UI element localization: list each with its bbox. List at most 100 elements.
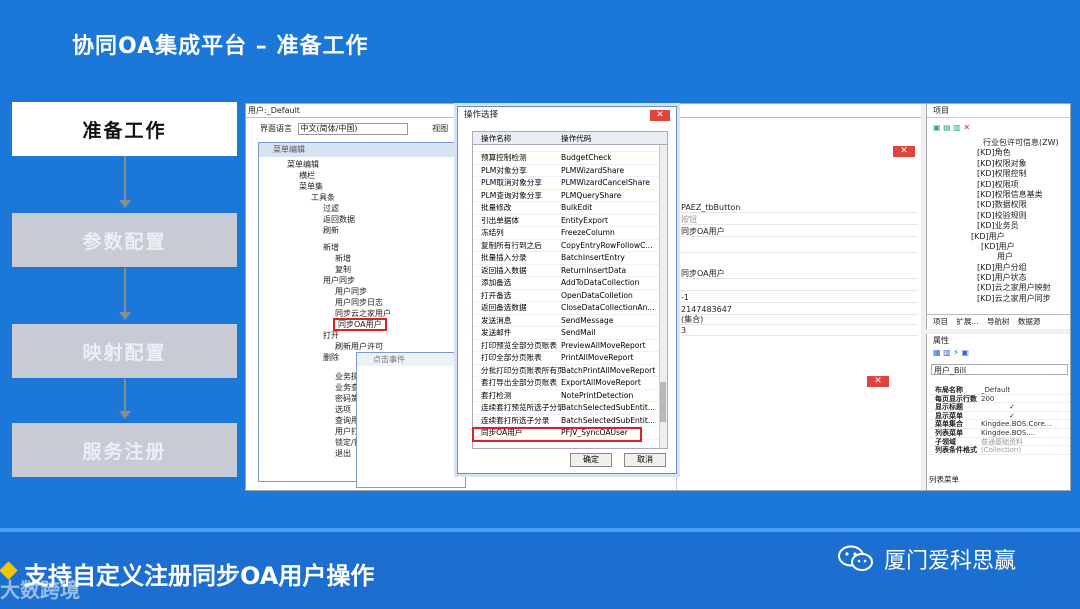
project-tree-item[interactable]: [KD]权限控制: [927, 169, 1070, 179]
operation-row[interactable]: 打开备选 OpenDataColletion: [473, 290, 667, 302]
tree-item[interactable]: 新增: [259, 242, 459, 253]
prop-value[interactable]: (Collection): [981, 446, 1070, 454]
operation-row[interactable]: 分批打印分页账表所有页 BatchPrintAllMoveReport: [473, 365, 667, 377]
button-property-form: ✕ PAEZ_tbButton 按钮 同步OA用户 同步OA用户 -1 2147…: [676, 144, 921, 490]
tree-item[interactable]: 刷新: [259, 225, 459, 236]
form-row[interactable]: -1: [681, 292, 918, 303]
operation-row[interactable]: PLM对象分享 PLMWizardShare: [473, 165, 667, 177]
prop-value[interactable]: 200: [981, 395, 1070, 403]
operation-name: 发送邮件: [481, 328, 512, 337]
tree-item[interactable]: 菜单集: [259, 181, 459, 192]
project-tree-item[interactable]: [KD]权限项: [927, 180, 1070, 190]
project-tree-item[interactable]: [KD]校验规则: [927, 211, 1070, 221]
tree-item[interactable]: 同步云之家用户: [259, 308, 459, 319]
prop-value[interactable]: ✓: [981, 403, 1070, 411]
cancel-button[interactable]: 取消: [624, 453, 666, 467]
operation-row[interactable]: 连续套打所选子分录 BatchSelectedSubEntit...: [473, 415, 667, 427]
operation-row[interactable]: 批量插入分录 BatchInsertEntry: [473, 252, 667, 265]
close-icon[interactable]: ✕: [867, 376, 889, 387]
properties-bottom-tab[interactable]: 列表菜单: [929, 474, 959, 485]
project-tree-item[interactable]: [KD]云之家用户映射: [927, 283, 1070, 293]
project-tree-item[interactable]: [KD]用户分组: [927, 263, 1070, 273]
operation-row[interactable]: 打印预览全部分页账表 PreviewAllMoveReport: [473, 340, 667, 352]
close-icon[interactable]: ✕: [893, 146, 915, 157]
form-row[interactable]: PAEZ_tbButton: [681, 202, 918, 213]
operation-row[interactable]: 复制所有行到之后 CopyEntryRowFollowC...: [473, 240, 667, 252]
tree-item[interactable]: 菜单编辑: [259, 159, 459, 170]
tree-item[interactable]: 用户同步日志: [259, 297, 459, 308]
tree-item[interactable]: 工具条: [259, 192, 459, 203]
prop-value[interactable]: 普通基础资料: [981, 438, 1070, 446]
tab-datasource[interactable]: 数据源: [1018, 315, 1041, 329]
operation-row[interactable]: 预算控制检测 BudgetCheck: [473, 152, 667, 165]
operation-name: 添加备选: [481, 278, 512, 287]
operation-row[interactable]: 返回备选数据 CloseDataCollectionAn...: [473, 302, 667, 315]
project-tree-item[interactable]: [KD]角色: [927, 148, 1070, 158]
tree-item[interactable]: 复制: [259, 264, 459, 275]
project-tree-item[interactable]: 用户: [927, 252, 1070, 262]
tree-item[interactable]: 新增: [259, 253, 459, 264]
prop-key: 显示菜单: [935, 411, 963, 420]
project-tree-item[interactable]: [KD]用户: [927, 242, 1070, 252]
close-icon[interactable]: ✕: [650, 110, 670, 121]
tab-extension[interactable]: 扩展...: [956, 315, 978, 329]
operation-row[interactable]: 连续套打预览所选子分录 BatchSelectedSubEntit...: [473, 402, 667, 415]
tree-item[interactable]: 过滤: [259, 203, 459, 214]
project-tree-item[interactable]: [KD]数据权限: [927, 200, 1070, 210]
slide-title: 协同OA集成平台 – 准备工作: [72, 34, 369, 59]
language-select[interactable]: 中文(简体/中国): [297, 122, 408, 135]
scrollbar-thumb[interactable]: [660, 382, 666, 422]
project-tree: 行业包许可信息(ZW) [KD]角色 [KD]权限对象 [KD]权限控制 [KD…: [927, 138, 1070, 304]
tree-item[interactable]: 横栏: [259, 170, 459, 181]
operation-row[interactable]: 套打导出全部分页账表 ExportAllMoveReport: [473, 377, 667, 390]
prop-value[interactable]: Kingdee.BOS.Core...: [981, 420, 1070, 428]
form-row[interactable]: 按钮: [681, 214, 918, 225]
ok-button[interactable]: 确定: [570, 453, 612, 467]
operation-row[interactable]: 打印全部分页账表 PrintAllMoveReport: [473, 352, 667, 365]
prop-value[interactable]: _Default: [981, 386, 1070, 394]
operation-row[interactable]: 发送邮件 SendMail: [473, 327, 667, 340]
step-mapping: 映射配置: [12, 324, 237, 378]
tree-item[interactable]: 返回数据: [259, 214, 459, 225]
operation-row[interactable]: 批量修改 BulkEdit: [473, 202, 667, 215]
form-row[interactable]: [681, 242, 918, 253]
tree-item[interactable]: 打开: [259, 330, 459, 341]
operation-row[interactable]: 返回插入数据 ReturnInsertData: [473, 265, 667, 277]
col-operation-code[interactable]: 操作代码: [561, 132, 667, 144]
operation-row[interactable]: 冻结列 FreezeColumn: [473, 227, 667, 240]
operation-row[interactable]: PLM取消对象分享 PLMWizardCancelShare: [473, 177, 667, 190]
operation-name: 套打检测: [481, 390, 512, 400]
col-operation-name[interactable]: 操作名称: [473, 132, 561, 144]
operation-row[interactable]: PLM查询对象分享 PLMQueryShare: [473, 190, 667, 202]
properties-object-select[interactable]: 用户_Bill: [931, 364, 1068, 375]
tree-item[interactable]: 刷新用户许可: [259, 341, 459, 352]
form-row[interactable]: (集合): [681, 314, 918, 325]
project-tree-item[interactable]: [KD]用户: [927, 232, 1070, 242]
tree-item[interactable]: 用户同步: [259, 275, 459, 286]
project-tree-item[interactable]: [KD]用户状态: [927, 273, 1070, 283]
operation-row[interactable]: 引出单据体 EntityExport: [473, 215, 667, 227]
project-tree-item[interactable]: [KD]权限信息基类: [927, 190, 1070, 200]
tab-project[interactable]: 项目: [933, 315, 948, 329]
prop-value[interactable]: Kingdee.BOS....: [981, 429, 1070, 437]
grid-filter-row[interactable]: [473, 145, 667, 152]
project-tree-item[interactable]: [KD]权限对象: [927, 159, 1070, 169]
prop-value[interactable]: ✓: [981, 412, 1070, 420]
tab-nav-tree[interactable]: 导航树: [987, 315, 1010, 329]
operation-row[interactable]: 发送消息 SendMessage: [473, 315, 667, 327]
operation-row[interactable]: 添加备选 AddToDataCollection: [473, 277, 667, 290]
form-row[interactable]: 同步OA用户: [681, 226, 918, 237]
form-row[interactable]: 同步OA用户: [681, 268, 918, 279]
form-row[interactable]: 3: [681, 325, 918, 336]
prop-key: 列表菜单: [935, 428, 963, 437]
operation-code: ReturnInsertData: [561, 265, 627, 275]
operation-name: 冻结列: [481, 228, 504, 237]
project-tree-item[interactable]: 行业包许可信息(ZW): [927, 138, 1070, 148]
form-row[interactable]: [681, 280, 918, 291]
project-tree-item[interactable]: [KD]业务员: [927, 221, 1070, 231]
operation-row[interactable]: 套打检测 NotePrintDetection: [473, 390, 667, 402]
project-tree-item[interactable]: [KD]云之家用户同步: [927, 294, 1070, 304]
tree-item[interactable]: 用户同步: [259, 286, 459, 297]
tree-item-sync-oa-user[interactable]: 同步OA用户: [333, 318, 387, 331]
operation-name: PLM查询对象分享: [481, 190, 542, 200]
